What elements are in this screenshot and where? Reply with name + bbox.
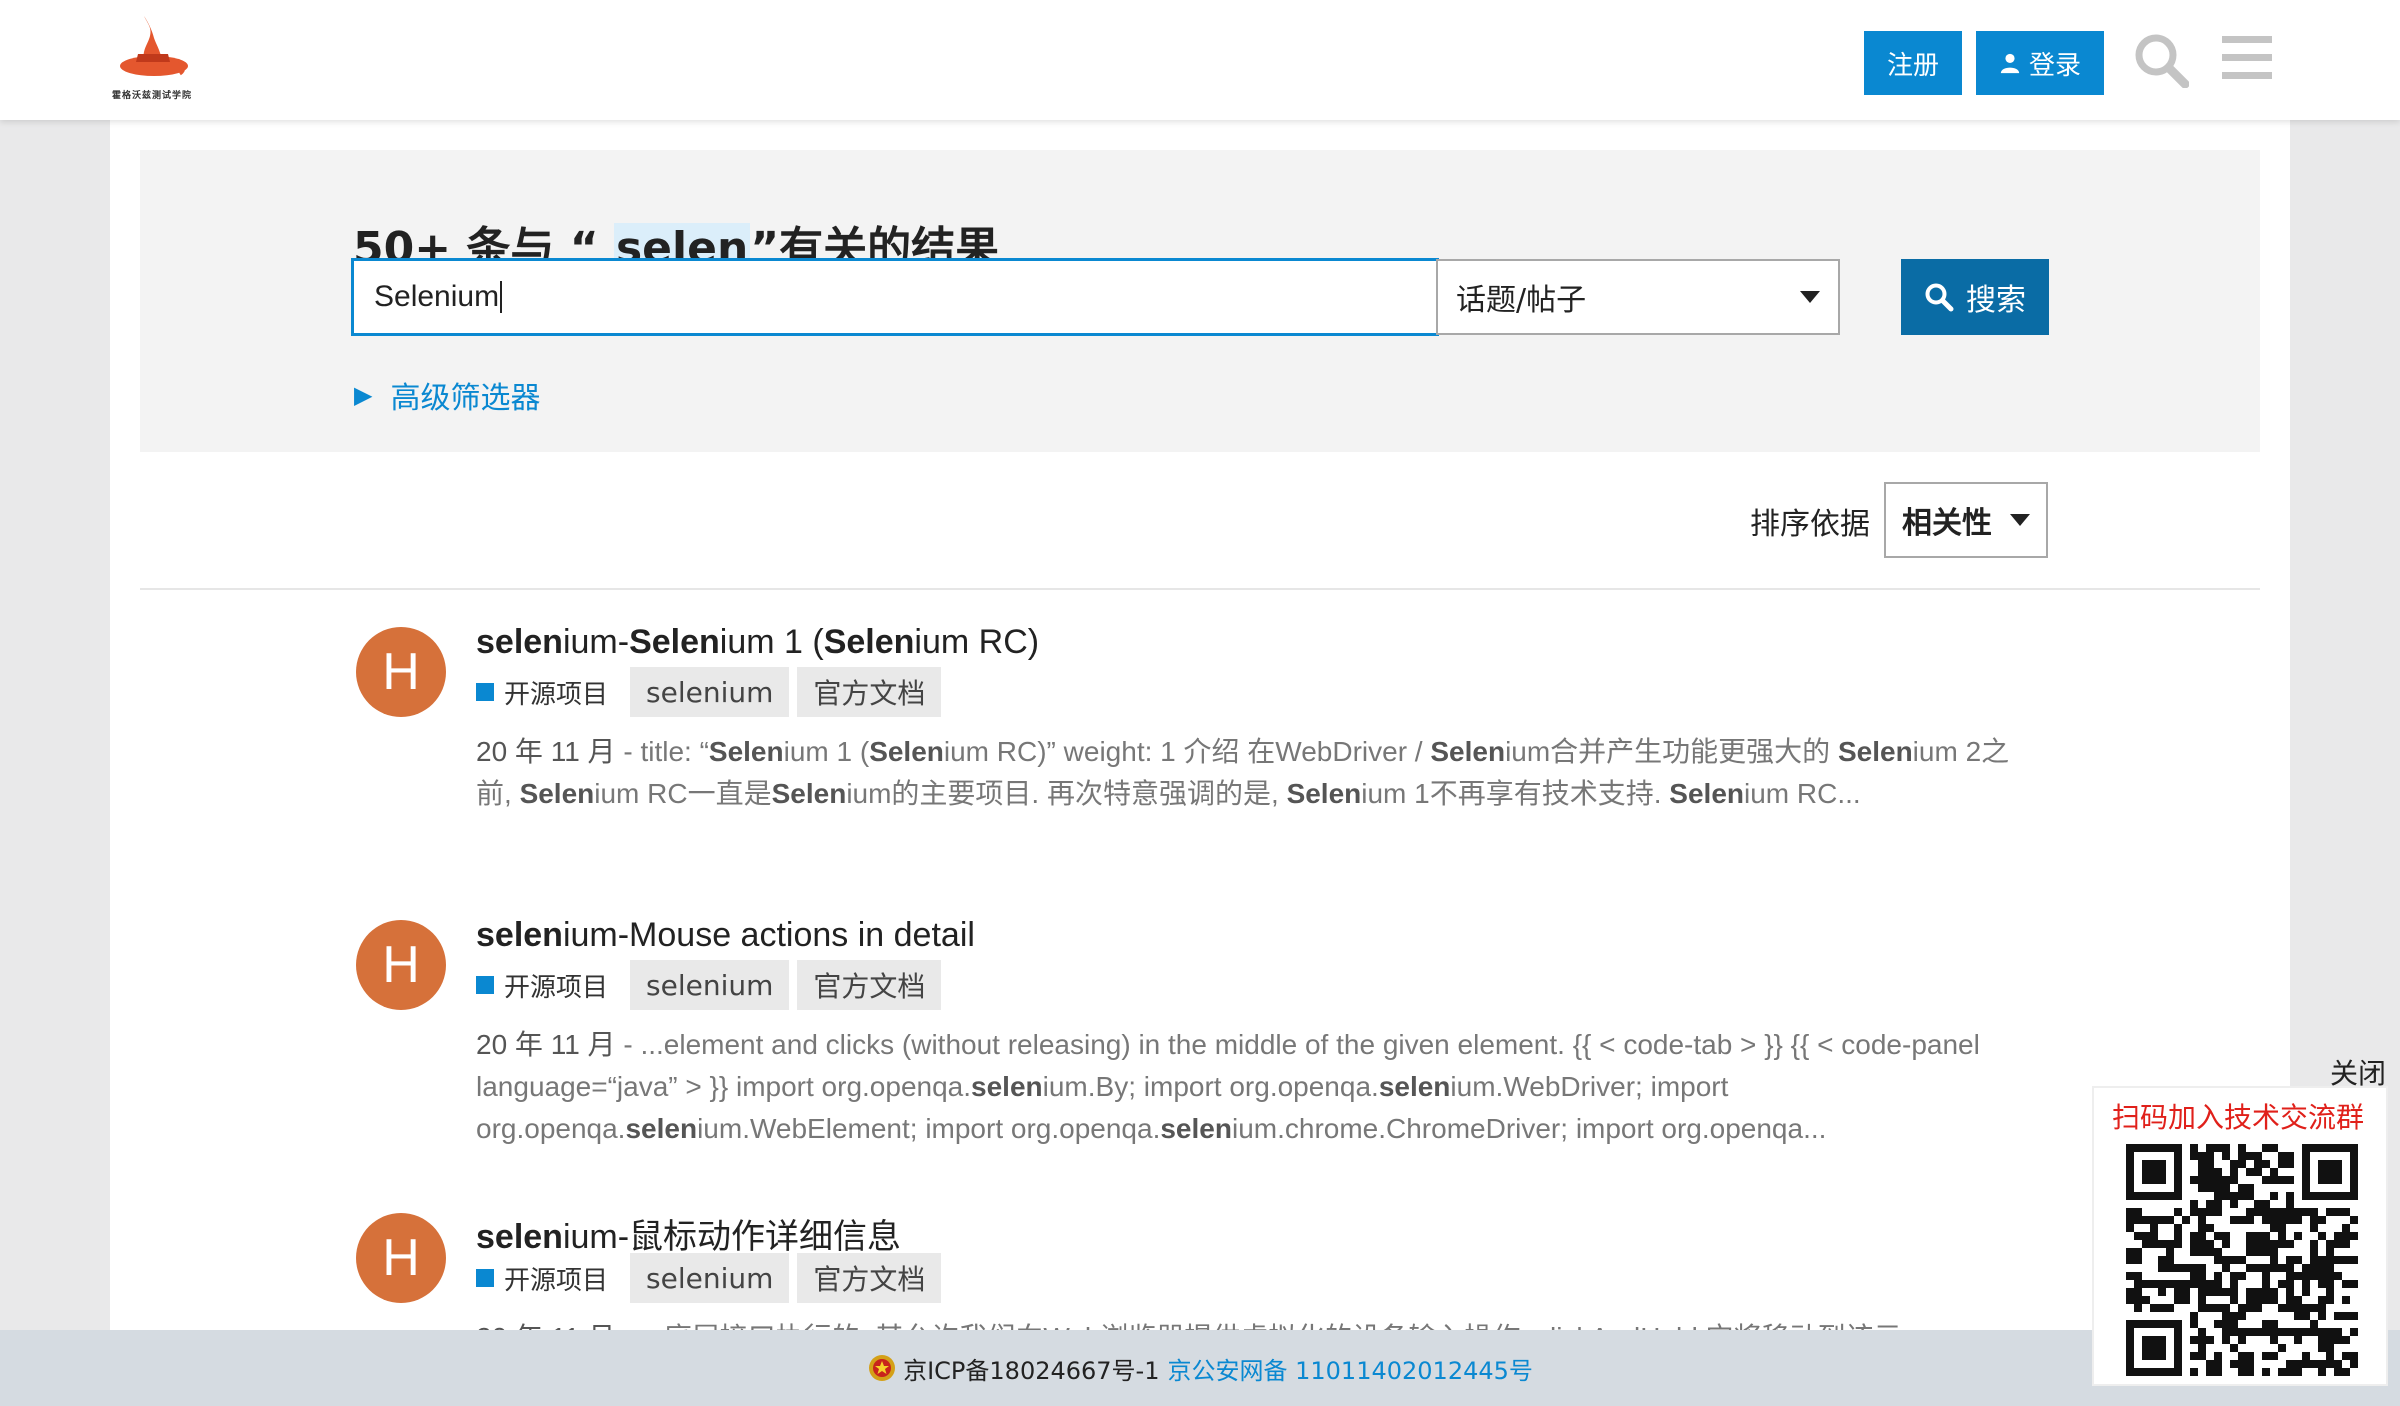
result-blurb-fragment: selen [971,1071,1043,1102]
result-meta: 开源项目 selenium 官方文档 [476,667,949,717]
search-type-value: 话题/帖子 [1456,283,1587,318]
search-button[interactable]: 搜索 [1901,259,2049,335]
tag[interactable]: selenium [630,960,790,1010]
login-button[interactable]: 登录 [1976,31,2104,95]
result-blurb-fragment: ium RC)” weight: 1 介绍 在WebDriver / [943,736,1431,767]
result-title-fragment: ium RC) [914,623,1040,661]
sort-select[interactable]: 相关性 [1884,482,2048,558]
avatar[interactable]: H [356,627,446,717]
logo-text: 霍格沃兹测试学院 [111,91,192,101]
sort-label: 排序依据 [1750,507,1870,542]
tag[interactable]: selenium [630,667,790,717]
text-caret [500,281,503,313]
result-title-fragment: selen [476,1218,563,1256]
site-logo[interactable]: 霍格沃兹测试学院 [108,14,196,104]
search-button-label: 搜索 [1966,283,2026,318]
site-footer: 京ICP备18024667号-1 京公安网备 11011402012445号 [0,1330,2400,1406]
search-icon [1925,283,1954,312]
result-blurb-fragment: Selen [1286,778,1362,809]
search-input-value: Selenium [374,280,500,313]
qr-widget: 扫码加入技术交流群 [2092,1086,2388,1386]
search-input[interactable]: Selenium [351,258,1439,336]
qr-caption: 扫码加入技术交流群 [2112,1101,2365,1134]
user-icon [2000,53,2020,74]
result-meta: 开源项目 selenium 官方文档 [476,1253,949,1303]
result-blurb: 20 年 11 月 - ...element and clicks (witho… [476,1024,2032,1150]
sort-value: 相关性 [1902,506,1992,541]
qr-code-image [2126,1144,2358,1376]
result-date: 20 年 11 月 [476,736,616,767]
avatar[interactable]: H [356,1213,446,1303]
tag[interactable]: 官方文档 [797,960,942,1010]
result-blurb-fragment: ium RC... [1744,778,1861,809]
result-date: 20 年 11 月 [476,1029,616,1060]
result-blurb-fragment: Selen [708,736,784,767]
result-title-fragment: Selen [629,623,720,661]
category-label: 开源项目 [504,1265,609,1296]
result-title-link[interactable]: selenium-Selenium 1 (Selenium RC) [476,623,1039,662]
search-type-select[interactable]: 话题/帖子 [1436,259,1840,335]
category-badge[interactable]: 开源项目 [476,674,608,711]
tag[interactable]: selenium [630,1253,790,1303]
hamburger-menu-icon[interactable] [2222,34,2272,82]
advanced-filter-toggle[interactable]: ▶ 高级筛选器 [354,373,540,417]
result-blurb-fragment: ium RC一直是 [594,778,772,809]
result-title-link[interactable]: selenium-Mouse actions in detail [476,916,975,955]
result-blurb-fragment: ium 1 ( [783,736,870,767]
result-blurb: 20 年 11 月 - ...底层接口执行的. 其允许我们向Web浏览器提供虚拟… [476,1317,2032,1330]
result-blurb-fragment: selen [625,1113,698,1144]
result-blurb: 20 年 11 月 - title: “Selenium 1 (Selenium… [476,731,2032,815]
result-title-link[interactable]: selenium-鼠标动作详细信息 [476,1209,901,1258]
category-label: 开源项目 [504,679,609,710]
category-color-square [476,1269,494,1287]
result-blurb-fragment: ium.WebElement; import org.openqa. [697,1113,1161,1144]
result-title-fragment: ium-鼠标动作详细信息 [562,1218,902,1256]
result-blurb-fragment: Selen [1430,736,1506,767]
category-color-square [476,683,494,701]
category-badge[interactable]: 开源项目 [476,1260,608,1297]
result-blurb-fragment: Selen [1669,778,1744,809]
result-blurb-fragment: Selen [869,736,944,767]
category-badge[interactable]: 开源项目 [476,967,608,1004]
result-blurb-fragment: - ...底层接口执行的. 其允许我们向Web浏览器提供虚拟化的设备输入操作. … [616,1322,1901,1330]
result-blurb-fragment: Selen [771,778,847,809]
advanced-filter-label: 高级筛选器 [390,381,541,416]
header-search-icon[interactable] [2133,32,2190,89]
icp-link[interactable]: 京ICP备18024667号-1 [903,1351,1159,1386]
register-button[interactable]: 注册 [1864,31,1962,95]
divider [140,588,2260,590]
tag[interactable]: 官方文档 [797,667,942,717]
result-meta: 开源项目 selenium 官方文档 [476,960,949,1010]
result-blurb-fragment: selen [1378,1071,1451,1102]
result-blurb-fragment: ium 1不再享有技术支持. [1361,778,1670,809]
result-title-fragment: ium- [562,623,630,661]
result-title-fragment: ium-Mouse actions in detail [562,916,975,954]
category-label: 开源项目 [504,972,609,1003]
result-blurb-fragment: ium合并产生功能更强大的 [1505,736,1838,767]
result-blurb-fragment: - title: “ [615,736,709,767]
tag[interactable]: 官方文档 [797,1253,942,1303]
witch-hat-logo-icon [120,16,188,76]
site-header: 霍格沃兹测试学院 注册 登录 [0,0,2400,120]
result-blurb-fragment: selen [1160,1113,1232,1144]
main-content: 50+ 条与 “ selen”有关的结果 Selenium 话题/帖子 搜索 ▶… [110,120,2290,1330]
avatar[interactable]: H [356,920,446,1010]
result-date: 20 年 11 月 [476,1322,616,1330]
category-color-square [476,976,494,994]
result-blurb-fragment: Selen [519,778,595,809]
triangle-right-icon: ▶ [354,381,373,409]
police-record-link[interactable]: 京公安网备 11011402012445号 [1168,1351,1533,1386]
result-blurb-fragment: ium的主要项目. 再次特意强调的是, [846,778,1287,809]
caret-down-icon [2010,514,2030,526]
result-blurb-fragment: Selen [1837,736,1913,767]
result-title-fragment: Selen [823,623,915,661]
result-blurb-fragment: ium.By; import org.openqa. [1042,1071,1379,1102]
result-title-fragment: selen [476,916,563,954]
police-emblem-icon [869,1355,896,1381]
result-title-fragment: ium 1 ( [719,623,824,661]
result-blurb-fragment: ium.chrome.ChromeDriver; import org.open… [1231,1113,1827,1144]
login-label: 登录 [2028,50,2081,81]
result-title-fragment: selen [476,623,563,661]
caret-down-icon [1800,291,1820,303]
